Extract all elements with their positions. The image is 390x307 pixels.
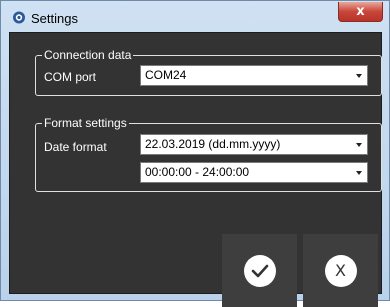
com-port-label: COM port — [44, 70, 97, 84]
chevron-down-icon — [356, 74, 362, 78]
com-port-select[interactable]: COM24 — [140, 65, 368, 86]
time-range-value: 00:00:00 - 24:00:00 — [145, 165, 250, 179]
title-bar[interactable]: Settings x — [1, 1, 389, 35]
settings-app-icon — [12, 11, 26, 24]
date-format-select[interactable]: 22.03.2019 (dd.mm.yyyy) — [140, 134, 368, 155]
confirm-button[interactable] — [222, 234, 297, 307]
format-settings-title: Format settings — [42, 116, 129, 130]
date-format-value: 22.03.2019 (dd.mm.yyyy) — [145, 137, 281, 151]
window-title: Settings — [31, 11, 78, 26]
chevron-down-icon — [356, 171, 362, 175]
x-icon: X — [324, 254, 357, 287]
checkmark-icon — [243, 254, 276, 287]
chevron-down-icon — [356, 143, 362, 147]
settings-panel: Connection data COM port COM24 Format se… — [9, 32, 382, 307]
close-icon: x — [356, 4, 365, 19]
com-port-value: COM24 — [145, 68, 187, 82]
cancel-button[interactable]: X — [303, 234, 378, 307]
time-range-select[interactable]: 00:00:00 - 24:00:00 — [140, 162, 368, 183]
format-settings-group: Format settings Date format 22.03.2019 (… — [35, 116, 382, 192]
cancel-glyph: X — [335, 261, 346, 280]
connection-data-group: Connection data COM port COM24 — [35, 48, 382, 96]
close-button[interactable]: x — [338, 2, 383, 22]
connection-data-title: Connection data — [42, 48, 134, 62]
date-format-label: Date format — [44, 140, 107, 154]
settings-window: Settings x Connection data COM port COM2… — [0, 0, 390, 307]
